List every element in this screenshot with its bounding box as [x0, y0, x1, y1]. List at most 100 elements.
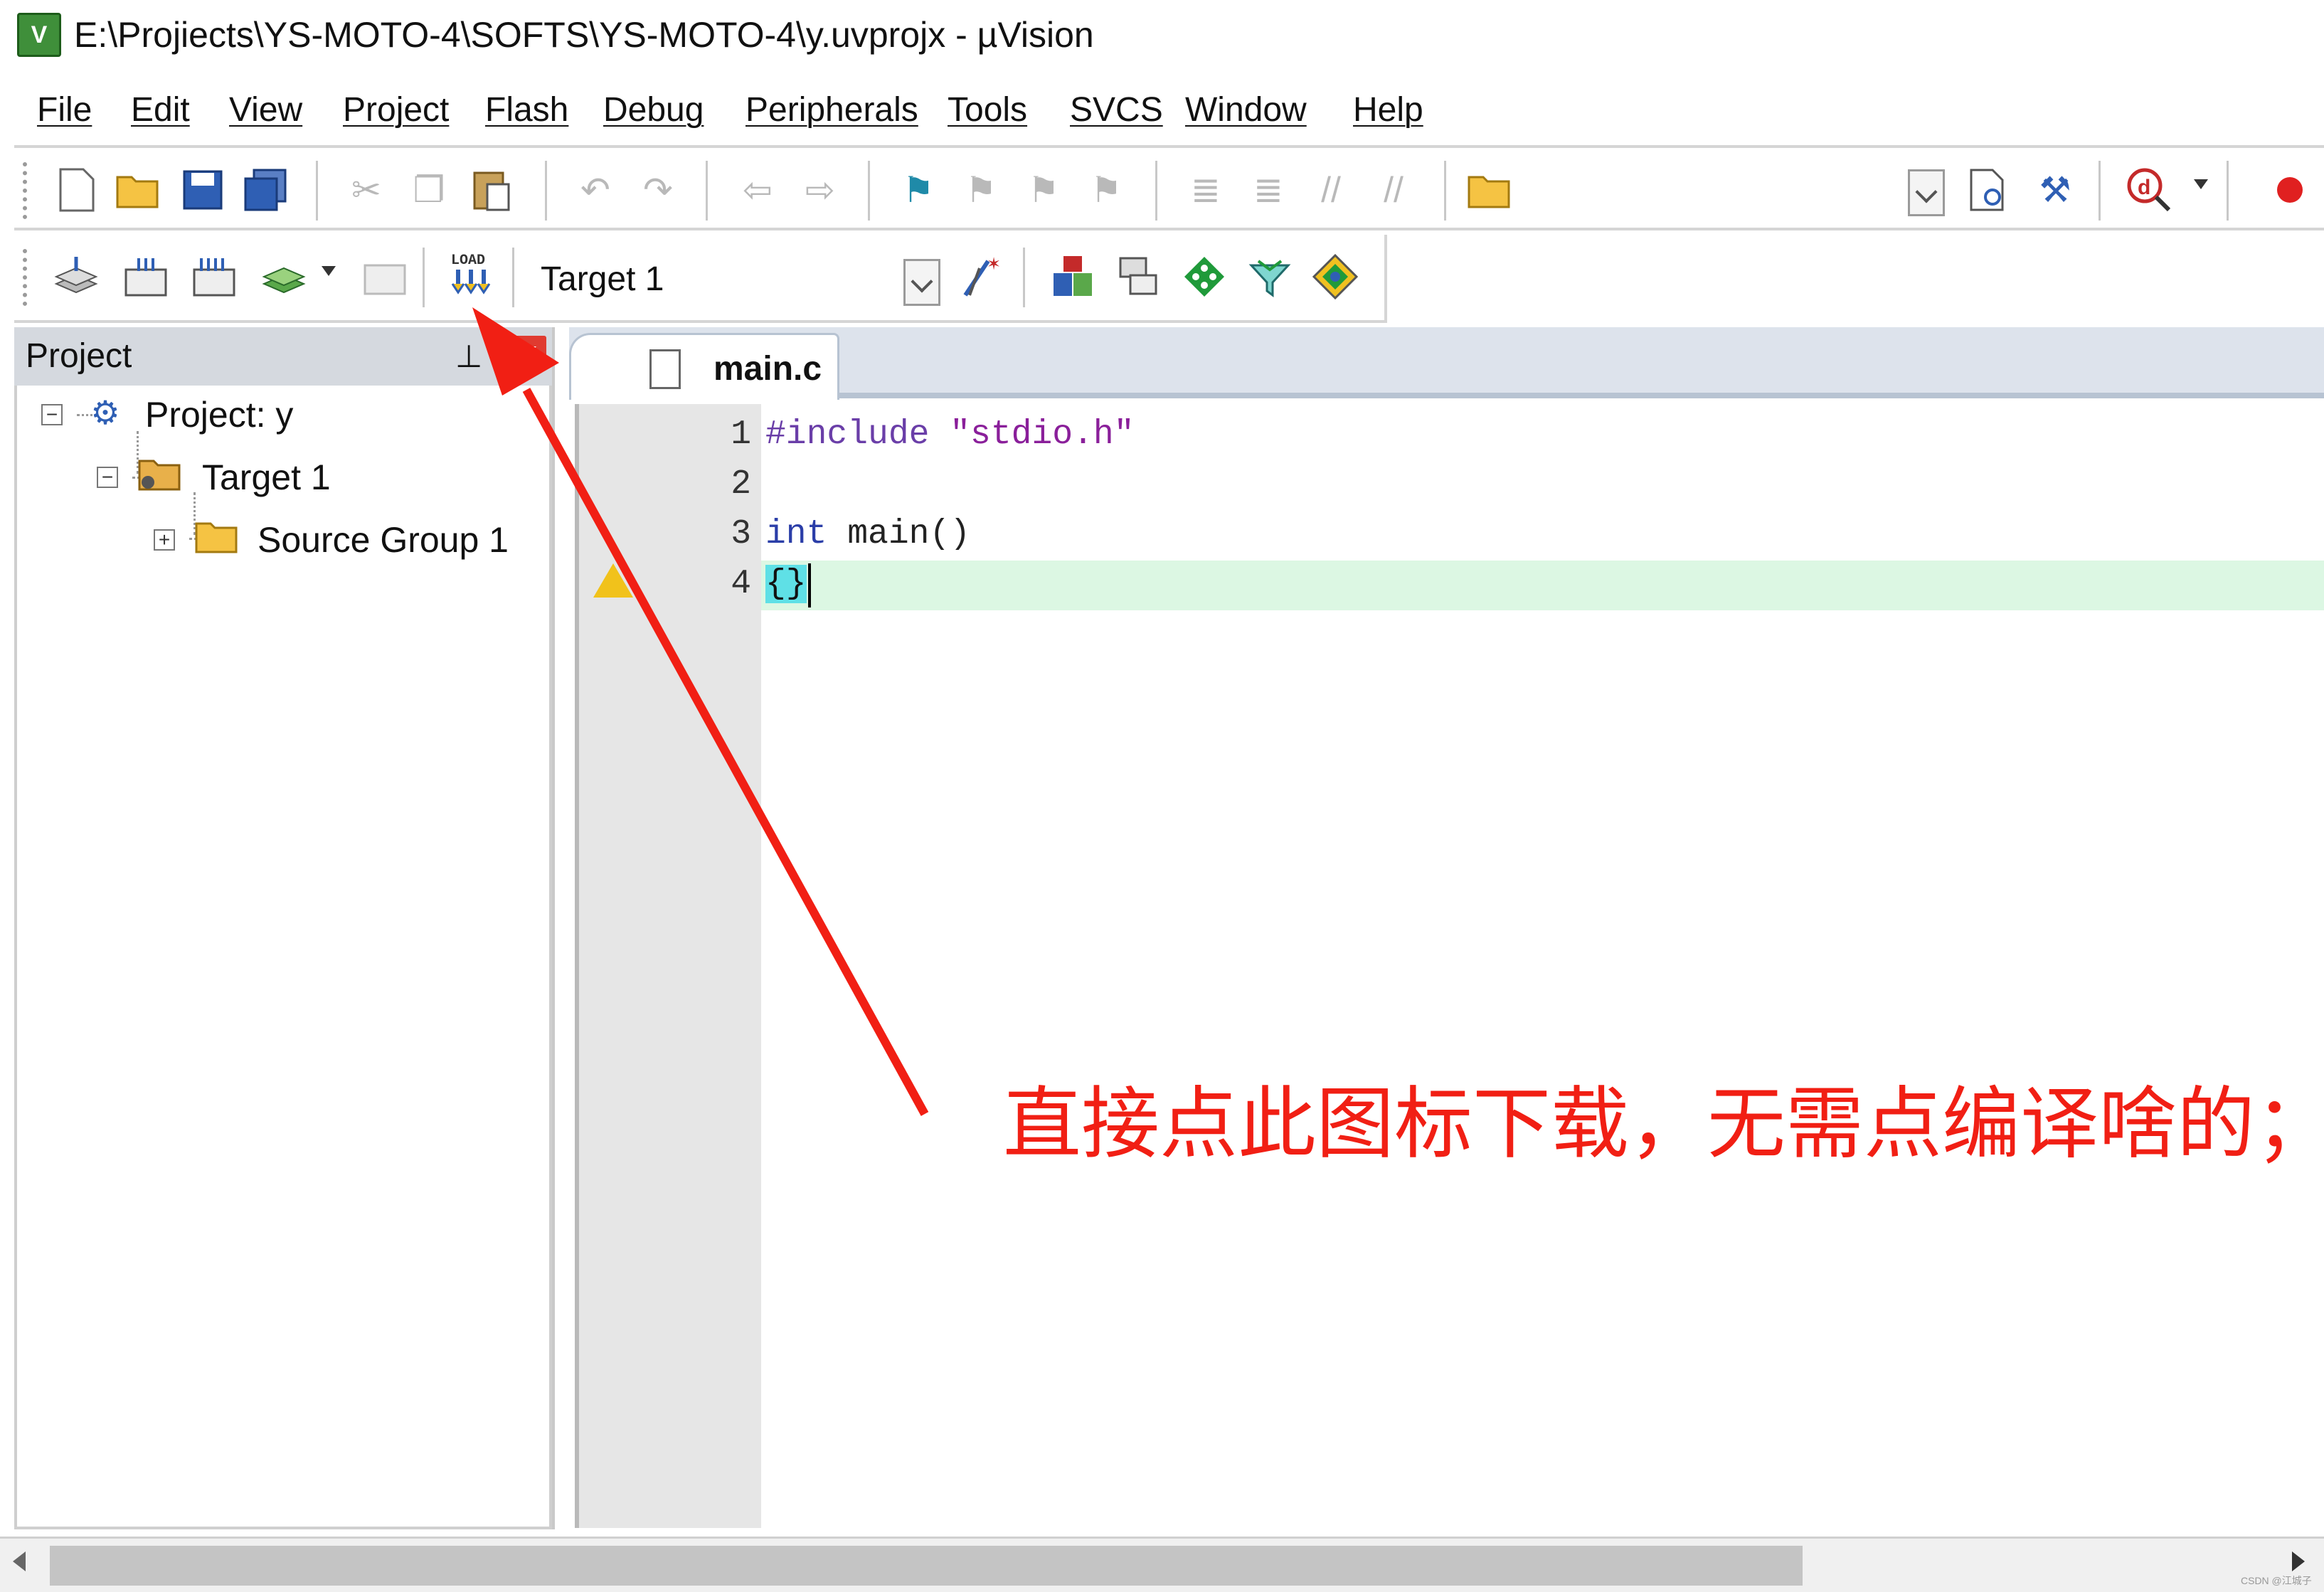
- tree-item-target[interactable]: − Target 1: [17, 450, 543, 506]
- find-in-files-icon[interactable]: [1465, 165, 1515, 215]
- toolbar-separator: [1444, 161, 1446, 221]
- build-icon[interactable]: [121, 252, 171, 302]
- runtime-environment-icon[interactable]: [1310, 252, 1360, 302]
- menu-file[interactable]: File: [37, 85, 92, 135]
- batch-build-dropdown-icon[interactable]: [322, 266, 336, 276]
- tree-item-label: Target 1: [202, 457, 331, 497]
- tree-item-label: Project: y: [145, 395, 294, 435]
- editor-tab-bar: main.c: [569, 327, 2324, 400]
- nav-forward-icon[interactable]: ⇨: [795, 165, 845, 215]
- scroll-thumb[interactable]: [50, 1546, 1803, 1586]
- tree-item-label: Source Group 1: [258, 520, 509, 560]
- new-file-icon[interactable]: [51, 165, 101, 215]
- target-options-icon[interactable]: ✶: [957, 252, 1007, 302]
- bookmark-icon[interactable]: ⚑: [893, 165, 943, 215]
- scroll-left-arrow-icon[interactable]: [13, 1551, 26, 1571]
- pack-installer-icon[interactable]: [1179, 252, 1229, 302]
- title-bar: V E:\Projiects\YS-MOTO-4\SOFTS\YS-MOTO-4…: [0, 0, 2324, 71]
- toolbar-separator: [1023, 248, 1025, 307]
- debug-session-icon[interactable]: d: [2124, 165, 2174, 215]
- download-load-icon[interactable]: LOAD: [448, 252, 498, 302]
- toolbar-separator: [1155, 161, 1157, 221]
- uvision-app-icon: V: [17, 13, 61, 57]
- copy-icon[interactable]: ❐: [404, 165, 454, 215]
- select-packs-icon[interactable]: [1245, 252, 1295, 302]
- matched-brace: {}: [765, 565, 807, 603]
- tree-item-source-group[interactable]: + Source Group 1: [17, 512, 543, 569]
- prev-bookmark-icon[interactable]: ⚑: [956, 165, 1006, 215]
- file-toolbar: ✂ ❐ ↶ ↷ ⇦ ⇨ ⚑ ⚑ ⚑ ⚑ ≣ ≣ // // ⚒ d: [14, 145, 2324, 230]
- code-editor[interactable]: 1 2 3 4 #include "stdio.h" int main() {}: [575, 404, 2324, 1528]
- open-file-icon[interactable]: [114, 165, 164, 215]
- project-panel-header: Project ⊥ x: [14, 327, 552, 386]
- window-title: E:\Projiects\YS-MOTO-4\SOFTS\YS-MOTO-4\y…: [74, 15, 1094, 55]
- menu-edit[interactable]: Edit: [131, 85, 190, 135]
- text-caret: [808, 563, 811, 607]
- pin-icon[interactable]: ⊥: [455, 336, 482, 378]
- toolbar-separator: [423, 248, 425, 307]
- find-combo-dropdown[interactable]: [1908, 169, 1945, 216]
- project-panel: Project ⊥ x − ⚙ Project: y − Target 1 + …: [14, 327, 555, 1529]
- indent-icon[interactable]: ≣: [1181, 165, 1231, 215]
- svg-text:✶: ✶: [987, 255, 1001, 274]
- menu-tools[interactable]: Tools: [948, 85, 1027, 135]
- clear-bookmarks-icon[interactable]: ⚑: [1081, 165, 1131, 215]
- find-icon[interactable]: [1963, 165, 2013, 215]
- collapse-icon[interactable]: −: [97, 467, 118, 488]
- folder-icon: [195, 518, 238, 558]
- toolbar-grip[interactable]: [23, 162, 31, 219]
- toolbar-separator: [545, 161, 547, 221]
- code-line: {}: [765, 561, 807, 607]
- undo-icon[interactable]: ↶: [571, 165, 620, 215]
- menu-svcs[interactable]: SVCS: [1070, 85, 1163, 135]
- tree-item-project[interactable]: − ⚙ Project: y: [17, 387, 543, 444]
- close-panel-icon[interactable]: x: [512, 336, 546, 370]
- replace-icon[interactable]: ⚒: [2030, 165, 2080, 215]
- uncomment-icon[interactable]: //: [1369, 165, 1418, 215]
- toolbar-grip[interactable]: [23, 249, 31, 306]
- line-number: 4: [731, 565, 751, 603]
- target-folder-icon: [138, 455, 181, 495]
- menu-help[interactable]: Help: [1353, 85, 1423, 135]
- redo-icon[interactable]: ↷: [633, 165, 683, 215]
- stop-build-icon[interactable]: [360, 252, 410, 302]
- menu-flash[interactable]: Flash: [485, 85, 568, 135]
- horizontal-scrollbar[interactable]: [0, 1537, 2324, 1592]
- target-select-value[interactable]: Target 1: [541, 256, 664, 303]
- menu-project[interactable]: Project: [343, 85, 449, 135]
- save-icon[interactable]: [178, 165, 228, 215]
- line-number: 1: [731, 415, 751, 454]
- menu-window[interactable]: Window: [1185, 85, 1307, 135]
- scroll-right-arrow-icon[interactable]: [2292, 1551, 2305, 1571]
- menu-peripherals[interactable]: Peripherals: [746, 85, 918, 135]
- nav-back-icon[interactable]: ⇦: [733, 165, 782, 215]
- debug-dropdown-icon[interactable]: [2194, 179, 2208, 189]
- translate-icon[interactable]: [51, 252, 101, 302]
- breakpoint-icon[interactable]: [2265, 165, 2315, 215]
- next-bookmark-icon[interactable]: ⚑: [1019, 165, 1068, 215]
- collapse-icon[interactable]: −: [41, 404, 63, 425]
- file-icon: [649, 349, 681, 389]
- current-line-highlight: [761, 561, 2324, 610]
- cut-icon[interactable]: ✂: [341, 165, 391, 215]
- build-toolbar: LOAD Target 1 ✶: [14, 235, 1387, 323]
- menu-debug[interactable]: Debug: [603, 85, 704, 135]
- save-all-icon[interactable]: [240, 165, 290, 215]
- tab-main-c[interactable]: main.c: [569, 333, 839, 400]
- target-select-dropdown[interactable]: [903, 259, 940, 306]
- comment-icon[interactable]: //: [1306, 165, 1356, 215]
- paste-icon[interactable]: [467, 165, 516, 215]
- file-extensions-icon[interactable]: [1114, 252, 1164, 302]
- project-icon: ⚙: [90, 394, 120, 431]
- expand-icon[interactable]: +: [154, 529, 175, 551]
- menu-view[interactable]: View: [229, 85, 302, 135]
- rebuild-icon[interactable]: [189, 252, 239, 302]
- line-number: 3: [731, 515, 751, 553]
- string-literal: "stdio.h": [950, 415, 1135, 454]
- manage-components-icon[interactable]: [1049, 252, 1098, 302]
- toolbar-separator: [868, 161, 870, 221]
- unindent-icon[interactable]: ≣: [1243, 165, 1293, 215]
- batch-build-icon[interactable]: [259, 252, 309, 302]
- code-line: int main(): [765, 511, 970, 558]
- warning-icon: [593, 563, 633, 598]
